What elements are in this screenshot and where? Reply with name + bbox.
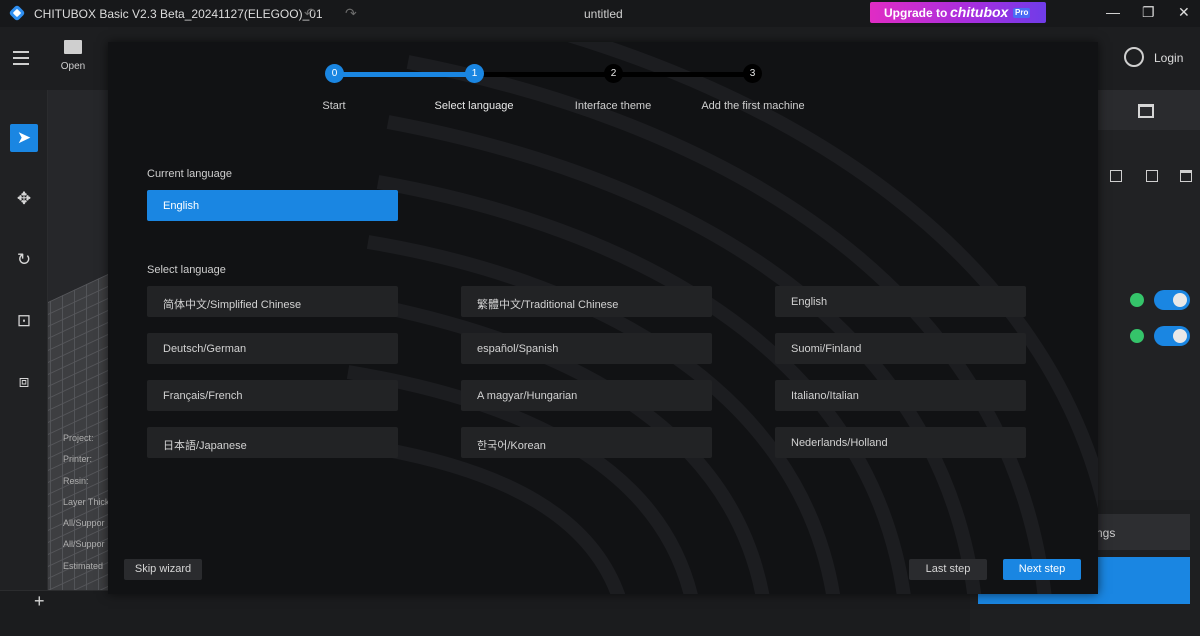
language-option[interactable]: 日本語/Japanese <box>147 427 398 458</box>
hamburger-menu-icon[interactable] <box>13 51 29 69</box>
project-info: Project: Printer: Resin: Layer Thick All… <box>63 428 109 577</box>
visibility-toggle[interactable] <box>1154 290 1190 310</box>
language-option[interactable]: Nederlands/Holland <box>775 427 1026 458</box>
settings-label: ngs <box>1096 526 1116 540</box>
language-option-label: Italiano/Italian <box>791 390 859 402</box>
step-label-interface-theme: Interface theme <box>574 100 652 112</box>
language-option[interactable]: A magyar/Hungarian <box>461 380 712 411</box>
bottom-bar: + <box>0 590 970 636</box>
status-smile-icon <box>1130 293 1144 307</box>
rotate-tool-icon[interactable]: ↻ <box>10 246 38 274</box>
step-dot-3: 3 <box>743 64 762 83</box>
upgrade-brand: chitubox <box>950 4 1009 20</box>
language-option-label: Deutsch/German <box>163 343 247 355</box>
language-option-label: Nederlands/Holland <box>791 437 888 449</box>
step-dot-2: 2 <box>604 64 623 83</box>
language-option[interactable]: 繁體中文/Traditional Chinese <box>461 286 712 317</box>
language-option[interactable]: Deutsch/German <box>147 333 398 364</box>
upgrade-label: Upgrade to <box>884 6 948 20</box>
step-label-add-machine: Add the first machine <box>701 100 805 112</box>
skip-wizard-button[interactable]: Skip wizard <box>124 559 202 580</box>
app-title: CHITUBOX Basic V2.3 Beta_20241127(ELEGOO… <box>34 7 323 21</box>
select-tool-icon[interactable]: ➤ <box>10 124 38 152</box>
step-label-select-language: Select language <box>434 100 514 112</box>
language-option-label: English <box>791 296 828 308</box>
right-panel <box>1098 90 1200 500</box>
info-resin-label: Resin: <box>63 475 89 486</box>
info-project-label: Project: <box>63 433 94 443</box>
add-model-icon[interactable] <box>1110 170 1122 182</box>
visibility-toggle[interactable] <box>1154 326 1190 346</box>
language-option[interactable]: español/Spanish <box>461 333 712 364</box>
info-printer-label: Printer: <box>63 454 93 465</box>
last-step-button[interactable]: Last step <box>909 559 987 580</box>
document-title: untitled <box>584 7 623 21</box>
move-tool-icon[interactable]: ✥ <box>10 185 38 213</box>
current-language-value: English <box>163 200 200 212</box>
right-tab-bar <box>1098 90 1200 130</box>
open-label: Open <box>60 61 86 72</box>
scale-tool-icon[interactable]: ⊡ <box>10 307 38 335</box>
login-label: Login <box>1154 51 1184 65</box>
language-option[interactable]: Français/French <box>147 380 398 411</box>
language-option-label: 繁體中文/Traditional Chinese <box>477 299 619 311</box>
language-option[interactable]: 简体中文/Simplified Chinese <box>147 286 398 317</box>
language-option-label: 简体中文/Simplified Chinese <box>163 299 302 311</box>
language-option[interactable]: Suomi/Finland <box>775 333 1026 364</box>
language-option-label: Français/French <box>163 390 243 402</box>
step-dot-1: 1 <box>465 64 484 83</box>
redo-icon[interactable]: ↷ <box>345 5 357 22</box>
info-support2-label: All/Suppor <box>63 539 105 550</box>
upgrade-pro-button[interactable]: Upgrade to chitubox Pro <box>870 2 1046 23</box>
language-option-label: A magyar/Hungarian <box>477 390 578 402</box>
info-layer-label: Layer Thick <box>63 496 110 507</box>
folder-icon <box>64 40 82 54</box>
language-option[interactable]: 한국어/Korean <box>461 427 712 458</box>
open-button[interactable]: Open <box>58 40 88 72</box>
trash-icon[interactable] <box>1180 170 1192 182</box>
info-estimated-label: Estimated <box>63 560 104 571</box>
step-dot-0: 0 <box>325 64 344 83</box>
step-label-start: Start <box>322 100 346 112</box>
minimize-icon[interactable]: — <box>1106 4 1120 20</box>
language-option[interactable]: Italiano/Italian <box>775 380 1026 411</box>
close-icon[interactable]: ✕ <box>1178 4 1190 21</box>
undo-icon[interactable]: ↶ <box>304 5 316 22</box>
title-bar: CHITUBOX Basic V2.3 Beta_20241127(ELEGOO… <box>0 0 1200 27</box>
language-option-label: 한국어/Korean <box>477 440 546 452</box>
language-option[interactable]: English <box>775 286 1026 317</box>
swirl-background <box>337 42 1098 594</box>
pro-badge: Pro <box>1013 8 1031 18</box>
left-tool-panel: ➤ ✥ ↻ ⊡ ⧈ <box>0 90 48 595</box>
frame-icon[interactable] <box>1146 170 1158 182</box>
add-icon[interactable]: + <box>34 591 45 612</box>
info-support-label: All/Suppor <box>63 518 105 529</box>
printer-home-icon[interactable] <box>1138 104 1154 118</box>
current-language-heading: Current language <box>147 168 233 180</box>
current-language-box: English <box>147 190 398 221</box>
status-smile-icon <box>1130 329 1144 343</box>
select-language-heading: Select language <box>147 264 226 276</box>
language-option-label: español/Spanish <box>477 343 559 355</box>
next-step-button[interactable]: Next step <box>1003 559 1081 580</box>
setup-wizard-dialog: 0 1 2 3 Start Select language Interface … <box>108 42 1098 594</box>
language-option-label: 日本語/Japanese <box>163 440 247 452</box>
maximize-icon[interactable]: ❐ <box>1142 4 1155 21</box>
language-option-label: Suomi/Finland <box>791 343 862 355</box>
progress-fill <box>334 72 474 77</box>
mirror-tool-icon[interactable]: ⧈ <box>10 368 38 396</box>
app-logo-icon <box>9 5 25 21</box>
user-avatar-icon <box>1124 47 1144 67</box>
